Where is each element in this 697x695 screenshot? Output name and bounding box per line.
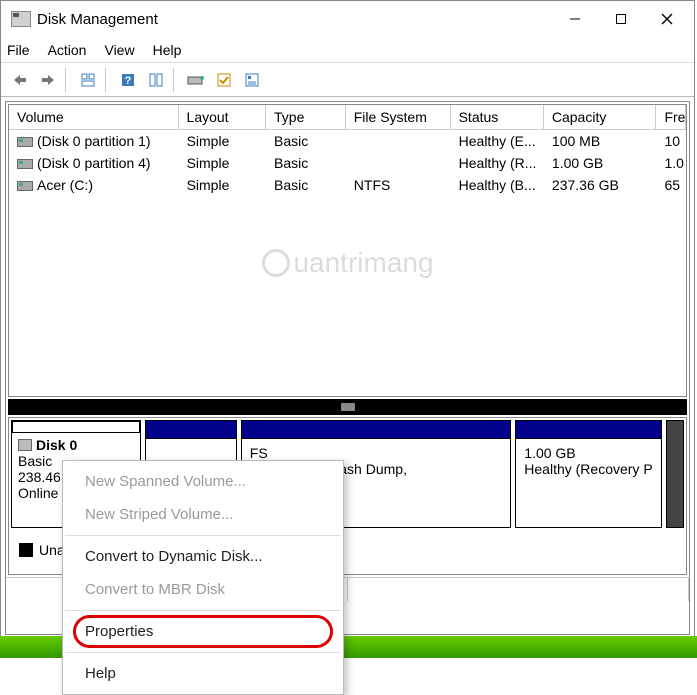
volume-icon bbox=[17, 159, 33, 169]
details-icon[interactable] bbox=[143, 67, 169, 93]
watermark: uantrimang bbox=[261, 247, 433, 279]
menu-help[interactable]: Help bbox=[153, 42, 182, 58]
window-title: Disk Management bbox=[37, 11, 552, 28]
col-layout[interactable]: Layout bbox=[179, 105, 266, 129]
back-button[interactable] bbox=[7, 67, 33, 93]
col-capacity[interactable]: Capacity bbox=[544, 105, 657, 129]
table-body: (Disk 0 partition 1) Simple Basic Health… bbox=[9, 130, 686, 396]
check-icon[interactable] bbox=[211, 67, 237, 93]
scrollbar[interactable] bbox=[666, 420, 684, 528]
help-icon[interactable]: ? bbox=[115, 67, 141, 93]
table-row[interactable]: (Disk 0 partition 1) Simple Basic Health… bbox=[9, 130, 686, 152]
table-row[interactable]: (Disk 0 partition 4) Simple Basic Health… bbox=[9, 152, 686, 174]
disk-icon bbox=[18, 439, 32, 451]
col-free[interactable]: Fre bbox=[656, 105, 686, 129]
legend-swatch-unallocated bbox=[19, 543, 33, 557]
col-volume[interactable]: Volume bbox=[9, 105, 179, 129]
svg-text:?: ? bbox=[125, 75, 132, 87]
splitter[interactable] bbox=[8, 399, 687, 415]
maximize-button[interactable] bbox=[598, 3, 644, 35]
toolbar: ? bbox=[1, 63, 694, 97]
col-type[interactable]: Type bbox=[266, 105, 346, 129]
ctx-new-striped: New Striped Volume... bbox=[63, 498, 343, 531]
ctx-help[interactable]: Help bbox=[63, 657, 343, 690]
context-menu: New Spanned Volume... New Striped Volume… bbox=[62, 460, 344, 695]
menu-action[interactable]: Action bbox=[48, 42, 87, 58]
menubar: File Action View Help bbox=[1, 37, 694, 63]
menu-view[interactable]: View bbox=[104, 42, 134, 58]
col-status[interactable]: Status bbox=[451, 105, 544, 129]
menu-file[interactable]: File bbox=[7, 42, 30, 58]
volume-icon bbox=[17, 181, 33, 191]
partition-3[interactable]: 1.00 GB Healthy (Recovery P bbox=[515, 420, 662, 528]
table-header: Volume Layout Type File System Status Ca… bbox=[9, 105, 686, 130]
ctx-properties[interactable]: Properties bbox=[63, 615, 343, 648]
ctx-convert-mbr: Convert to MBR Disk bbox=[63, 573, 343, 606]
table-row[interactable]: Acer (C:) Simple Basic NTFS Healthy (B..… bbox=[9, 174, 686, 196]
col-filesystem[interactable]: File System bbox=[346, 105, 451, 129]
volume-icon bbox=[17, 137, 33, 147]
properties-icon[interactable] bbox=[239, 67, 265, 93]
ctx-new-spanned: New Spanned Volume... bbox=[63, 465, 343, 498]
app-icon bbox=[11, 11, 31, 27]
disk-icon[interactable] bbox=[183, 67, 209, 93]
volume-table: Volume Layout Type File System Status Ca… bbox=[8, 104, 687, 397]
minimize-button[interactable] bbox=[552, 3, 598, 35]
close-button[interactable] bbox=[644, 3, 690, 35]
titlebar: Disk Management bbox=[1, 1, 694, 37]
tree-view-icon[interactable] bbox=[75, 67, 101, 93]
forward-button[interactable] bbox=[35, 67, 61, 93]
legend-label-unallocated: Una bbox=[39, 542, 65, 558]
ctx-convert-dynamic[interactable]: Convert to Dynamic Disk... bbox=[63, 540, 343, 573]
